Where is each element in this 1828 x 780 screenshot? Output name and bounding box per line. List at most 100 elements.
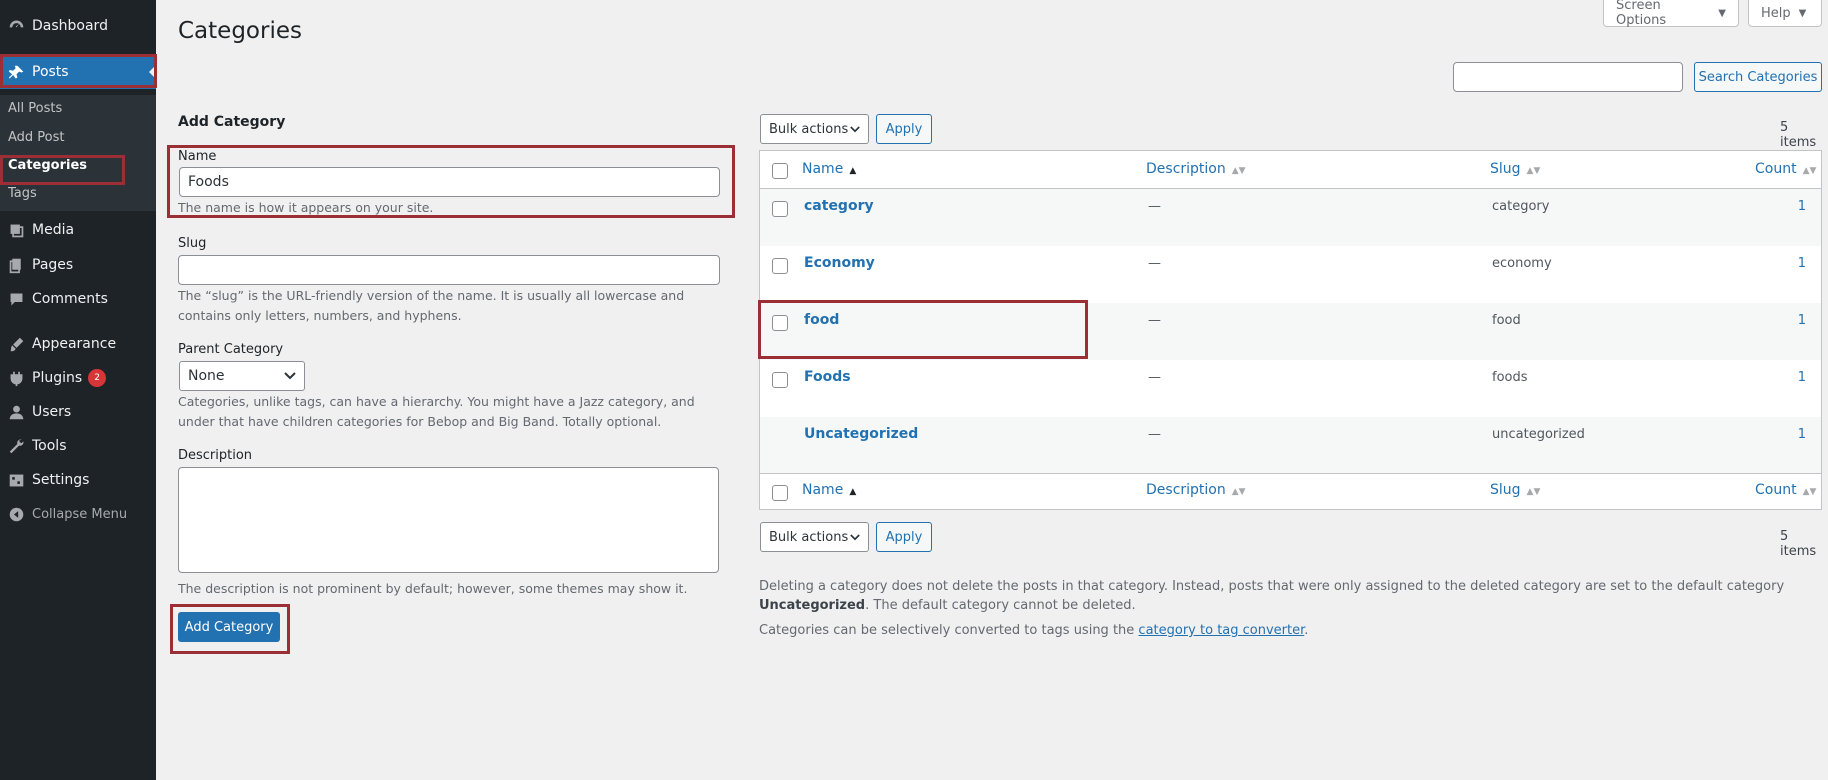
category-count-link[interactable]: 1 xyxy=(1776,427,1806,442)
table-row: Uncategorized — uncategorized 1 xyxy=(760,417,1821,474)
collapse-icon xyxy=(0,506,32,523)
column-footer-description[interactable]: Description ▲▼ xyxy=(1146,482,1246,498)
sort-icon: ▲▼ xyxy=(1231,166,1246,176)
search-categories-input[interactable] xyxy=(1453,62,1683,92)
description-textarea[interactable] xyxy=(178,467,719,573)
pages-icon xyxy=(0,257,32,274)
name-input-value: Foods xyxy=(188,174,229,190)
apply-button-top[interactable]: Apply xyxy=(876,114,932,144)
wrench-icon xyxy=(0,438,32,455)
category-name-link[interactable]: category xyxy=(804,198,874,214)
menu-comments[interactable]: Comments xyxy=(0,282,156,316)
parent-category-value: None xyxy=(188,368,225,384)
plug-icon xyxy=(0,370,32,387)
dashboard-icon xyxy=(0,18,32,35)
name-label: Name xyxy=(178,149,217,164)
submenu-categories[interactable]: Categories xyxy=(8,158,87,173)
column-header-count[interactable]: Count ▲▼ xyxy=(1755,161,1816,177)
screen-options-button[interactable]: Screen Options ▼ xyxy=(1603,0,1739,28)
menu-dashboard[interactable]: Dashboard xyxy=(0,9,156,43)
column-footer-count[interactable]: Count ▲▼ xyxy=(1755,482,1816,498)
category-slug: foods xyxy=(1492,370,1528,385)
add-category-button[interactable]: Add Category xyxy=(178,612,280,642)
category-count-link[interactable]: 1 xyxy=(1776,370,1806,385)
help-label: Help xyxy=(1761,5,1791,21)
bulk-actions-select-bottom[interactable]: Bulk actions xyxy=(760,522,869,552)
sort-icon: ▲▼ xyxy=(1526,487,1541,497)
category-description: — xyxy=(1148,313,1161,328)
column-count-label: Count xyxy=(1755,482,1797,498)
submenu-all-posts[interactable]: All Posts xyxy=(8,101,62,116)
comments-icon xyxy=(0,291,32,308)
collapse-menu-button[interactable]: Collapse Menu xyxy=(0,497,156,531)
chevron-down-icon xyxy=(850,530,860,545)
name-help: The name is how it appears on your site. xyxy=(178,200,434,215)
help-button[interactable]: Help ▼ xyxy=(1748,0,1822,27)
menu-users-label: Users xyxy=(32,404,72,420)
table-header-row: Name ▲ Description ▲▼ Slug ▲▼ Count ▲▼ xyxy=(760,151,1821,189)
select-all-checkbox-bottom[interactable] xyxy=(772,485,788,501)
delete-note-start: Deleting a category does not delete the … xyxy=(759,579,1785,594)
name-input[interactable]: Foods xyxy=(179,167,720,197)
category-count-link[interactable]: 1 xyxy=(1776,199,1806,214)
column-header-description[interactable]: Description ▲▼ xyxy=(1146,161,1246,177)
settings-icon xyxy=(0,472,32,489)
column-name-label: Name xyxy=(802,161,844,177)
menu-pages[interactable]: Pages xyxy=(0,248,156,282)
search-categories-button[interactable]: Search Categories xyxy=(1694,62,1822,92)
parent-category-label: Parent Category xyxy=(178,342,284,357)
column-footer-slug[interactable]: Slug ▲▼ xyxy=(1490,482,1540,498)
column-header-name[interactable]: Name ▲ xyxy=(802,161,856,177)
row-checkbox[interactable] xyxy=(772,258,788,274)
chevron-down-icon xyxy=(284,368,296,384)
chevron-down-icon xyxy=(850,122,860,137)
parent-category-help: Categories, unlike tags, can have a hier… xyxy=(178,394,695,429)
column-slug-label: Slug xyxy=(1490,161,1521,177)
category-name-link[interactable]: Uncategorized xyxy=(804,426,918,442)
menu-tools[interactable]: Tools xyxy=(0,429,156,463)
category-name-link[interactable]: Economy xyxy=(804,255,875,271)
menu-plugins[interactable]: Plugins 2 xyxy=(0,361,156,395)
column-slug-label: Slug xyxy=(1490,482,1521,498)
categories-table: Name ▲ Description ▲▼ Slug ▲▼ Count ▲▼ categ… xyxy=(759,150,1822,510)
table-row: food — food 1 xyxy=(760,303,1821,360)
table-row: Foods — foods 1 xyxy=(760,360,1821,417)
menu-media[interactable]: Media xyxy=(0,213,156,247)
collapse-menu-label: Collapse Menu xyxy=(32,506,128,522)
menu-pages-label: Pages xyxy=(32,257,74,273)
menu-users[interactable]: Users xyxy=(0,395,156,429)
category-description: — xyxy=(1148,427,1161,442)
category-count-link[interactable]: 1 xyxy=(1776,256,1806,271)
row-checkbox[interactable] xyxy=(772,315,788,331)
submenu-tags[interactable]: Tags xyxy=(8,186,37,201)
select-all-checkbox[interactable] xyxy=(772,163,788,179)
slug-input[interactable] xyxy=(178,255,720,285)
bulk-actions-select-top[interactable]: Bulk actions xyxy=(760,114,869,144)
bulk-actions-label: Bulk actions xyxy=(769,529,849,545)
menu-plugins-label: Plugins xyxy=(32,370,83,386)
category-to-tag-converter-link[interactable]: category to tag converter xyxy=(1138,623,1304,638)
screen-options-label: Screen Options xyxy=(1616,0,1667,28)
menu-settings[interactable]: Settings xyxy=(0,463,156,497)
menu-settings-label: Settings xyxy=(32,472,90,488)
menu-appearance[interactable]: Appearance xyxy=(0,327,156,361)
menu-posts[interactable]: Posts xyxy=(0,55,156,89)
category-name-link[interactable]: Foods xyxy=(804,369,851,385)
apply-button-bottom[interactable]: Apply xyxy=(876,522,932,552)
row-checkbox[interactable] xyxy=(772,201,788,217)
parent-category-select[interactable]: None xyxy=(179,361,305,391)
row-checkbox[interactable] xyxy=(772,372,788,388)
slug-label: Slug xyxy=(178,236,207,251)
category-count-link[interactable]: 1 xyxy=(1776,313,1806,328)
delete-category-note: Deleting a category does not delete the … xyxy=(759,577,1822,615)
submenu-add-post[interactable]: Add Post xyxy=(8,130,65,145)
column-footer-name[interactable]: Name ▲ xyxy=(802,482,856,498)
page-title: Categories xyxy=(178,18,302,44)
delete-note-default-category: Uncategorized xyxy=(759,598,866,613)
items-count-top: 5 items xyxy=(1780,120,1817,150)
slug-help: The “slug” is the URL-friendly version o… xyxy=(178,288,685,323)
column-header-slug[interactable]: Slug ▲▼ xyxy=(1490,161,1540,177)
convert-category-note: Categories can be selectively converted … xyxy=(759,621,1822,640)
menu-tools-label: Tools xyxy=(32,438,67,454)
category-name-link[interactable]: food xyxy=(804,312,839,328)
